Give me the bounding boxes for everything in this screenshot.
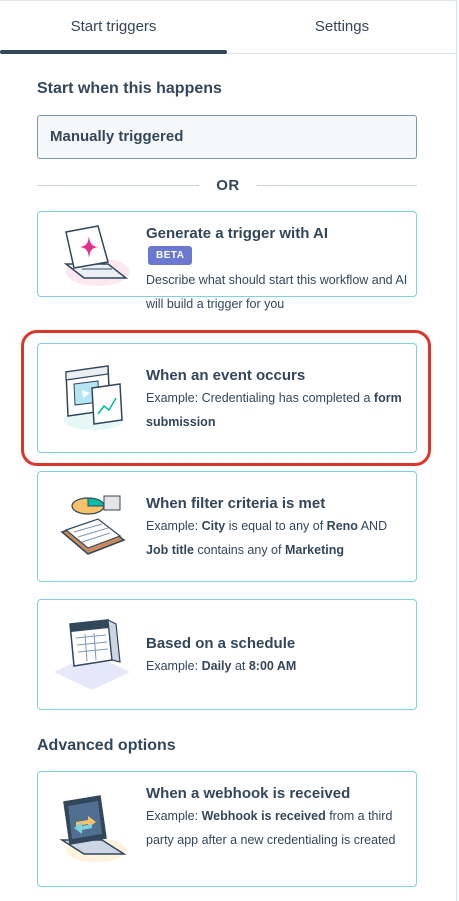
calendar-icon xyxy=(52,614,134,696)
card-description: Example: Daily at 8:00 AM xyxy=(146,659,297,673)
card-description: Example: Credentialing has completed a f… xyxy=(146,391,402,429)
card-description: Example: Webhook is received from a thir… xyxy=(146,809,396,847)
tab-start-triggers[interactable]: Start triggers xyxy=(0,0,227,54)
trigger-card-schedule[interactable]: Based on a schedule Example: Daily at 8:… xyxy=(37,599,417,710)
or-divider-label: OR xyxy=(216,177,240,194)
trigger-card-webhook[interactable]: When a webhook is received Example: Webh… xyxy=(37,771,417,887)
filter-chart-icon xyxy=(52,484,134,566)
card-title: Based on a schedule xyxy=(146,635,296,652)
trigger-card-event[interactable]: When an event occurs Example: Credential… xyxy=(37,343,417,453)
webhook-laptop-icon xyxy=(52,788,134,870)
card-description: Example: City is equal to any of Reno AN… xyxy=(146,519,388,557)
tab-settings[interactable]: Settings xyxy=(227,0,457,54)
card-title: When an event occurs xyxy=(146,367,306,384)
beta-badge: BETA xyxy=(148,246,193,265)
tab-bar: Start triggers Settings xyxy=(0,0,459,54)
card-description: Describe what should start this workflow… xyxy=(146,273,408,311)
advanced-section-title: Advanced options xyxy=(37,737,176,754)
active-tab-indicator xyxy=(0,50,227,54)
divider-right xyxy=(257,185,417,186)
card-title: Generate a trigger with AI xyxy=(146,225,328,242)
event-window-icon xyxy=(52,358,134,440)
start-section-title: Start when this happens xyxy=(37,80,222,97)
card-title: When a webhook is received xyxy=(146,785,351,802)
divider-left xyxy=(37,185,199,186)
trigger-card-filter[interactable]: When filter criteria is met Example: Cit… xyxy=(37,471,417,582)
trigger-card-ai[interactable]: Generate a trigger with AI BETA Describe… xyxy=(37,211,417,311)
trigger-select[interactable]: Manually triggered xyxy=(37,115,417,159)
ai-laptop-icon xyxy=(52,214,134,296)
card-title: When filter criteria is met xyxy=(146,495,326,512)
